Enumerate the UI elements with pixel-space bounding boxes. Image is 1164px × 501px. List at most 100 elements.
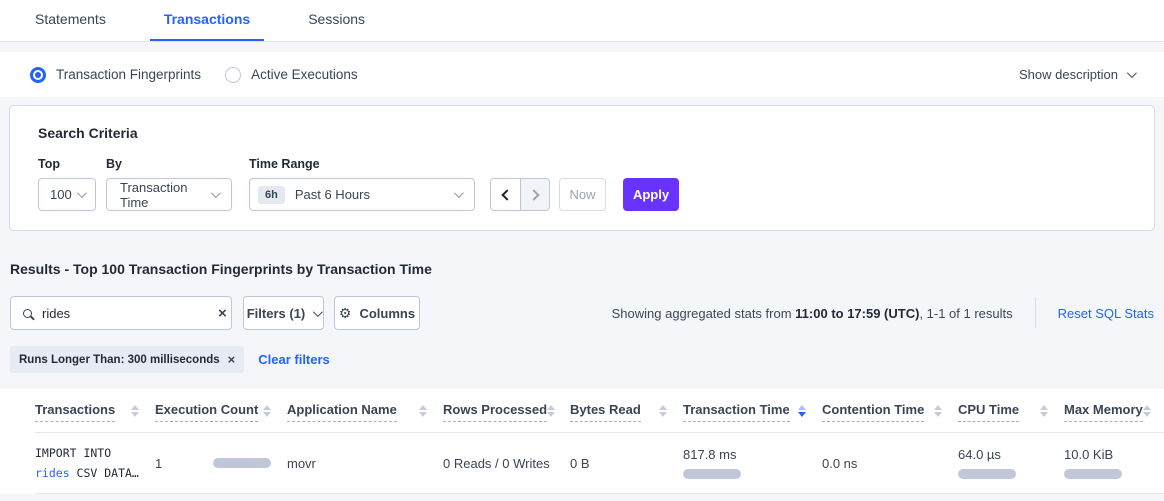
search-match-highlight: rides bbox=[35, 466, 70, 480]
column-label: Contention Time bbox=[822, 402, 924, 422]
column-label: Transactions bbox=[35, 402, 115, 422]
column-header-application-name[interactable]: Application Name bbox=[287, 402, 443, 422]
column-header-contention-time[interactable]: Contention Time bbox=[822, 402, 958, 422]
application-name-cell: movr bbox=[287, 456, 443, 471]
stats-prefix: Showing aggregated stats from bbox=[612, 306, 796, 321]
value-bar bbox=[683, 469, 741, 479]
sort-icon[interactable] bbox=[1040, 405, 1048, 417]
column-header-bytes-read[interactable]: Bytes Read bbox=[570, 402, 683, 422]
column-header-cpu-time[interactable]: CPU Time bbox=[958, 402, 1064, 422]
search-criteria-controls: Top 100 By Transaction Time Time Range 6… bbox=[38, 157, 1126, 211]
clear-filters-link[interactable]: Clear filters bbox=[258, 352, 330, 367]
transaction-line-1: IMPORT INTO bbox=[35, 443, 155, 463]
reset-sql-stats-link[interactable]: Reset SQL Stats bbox=[1058, 306, 1154, 321]
sort-icon[interactable] bbox=[659, 405, 667, 417]
top-value: 100 bbox=[50, 187, 77, 202]
chevron-down-icon bbox=[454, 188, 464, 198]
results-table: Transactions Execution Count Application… bbox=[0, 389, 1164, 494]
sort-icon[interactable] bbox=[419, 405, 427, 417]
by-field: By Transaction Time bbox=[106, 157, 249, 211]
view-mode-row: Transaction Fingerprints Active Executio… bbox=[0, 52, 1164, 97]
clear-search-icon[interactable]: × bbox=[218, 306, 227, 321]
rows-processed-cell: 0 Reads / 0 Writes bbox=[443, 456, 570, 471]
time-range-select[interactable]: 6h Past 6 Hours bbox=[249, 178, 475, 211]
column-label: Bytes Read bbox=[570, 402, 641, 422]
filter-chip[interactable]: Runs Longer Than: 300 milliseconds × bbox=[10, 346, 244, 373]
sort-icon-active-desc[interactable] bbox=[798, 405, 806, 417]
time-range-label: Time Range bbox=[249, 157, 490, 171]
now-button[interactable]: Now bbox=[559, 178, 606, 211]
search-criteria-title: Search Criteria bbox=[38, 125, 1126, 141]
max-memory-value: 10.0 KiB bbox=[1064, 447, 1162, 462]
radio-active-executions[interactable]: Active Executions bbox=[225, 67, 358, 83]
filters-label: Filters (1) bbox=[247, 306, 306, 321]
apply-button[interactable]: Apply bbox=[623, 178, 679, 211]
show-description-toggle[interactable]: Show description bbox=[1019, 67, 1134, 82]
tab-statements[interactable]: Statements bbox=[21, 11, 120, 41]
bytes-read-cell: 0 B bbox=[570, 456, 683, 471]
column-header-rows-processed[interactable]: Rows Processed bbox=[443, 402, 570, 422]
column-label: Execution Count bbox=[155, 402, 258, 422]
column-header-execution-count[interactable]: Execution Count bbox=[155, 402, 287, 422]
top-select[interactable]: 100 bbox=[38, 178, 96, 211]
results-search-box[interactable]: × bbox=[10, 296, 232, 330]
remove-filter-icon[interactable]: × bbox=[228, 353, 236, 366]
chevron-right-icon bbox=[528, 189, 539, 200]
previous-time-window-button[interactable] bbox=[491, 179, 520, 210]
results-title: Results - Top 100 Transaction Fingerprin… bbox=[10, 261, 1164, 277]
vertical-divider bbox=[1035, 298, 1036, 328]
time-range-value: Past 6 Hours bbox=[295, 187, 454, 202]
column-header-max-memory[interactable]: Max Memory bbox=[1064, 402, 1162, 422]
chevron-down-icon bbox=[313, 307, 323, 317]
top-label: Top bbox=[38, 157, 106, 171]
radio-transaction-fingerprints[interactable]: Transaction Fingerprints bbox=[30, 67, 201, 83]
filter-chip-label: Runs Longer Than: 300 milliseconds bbox=[19, 354, 220, 366]
execution-count-value: 1 bbox=[155, 456, 162, 471]
columns-button[interactable]: ⚙ Columns bbox=[334, 296, 420, 330]
column-label: Transaction Time bbox=[683, 402, 790, 422]
column-label: CPU Time bbox=[958, 402, 1019, 422]
radio-unselected-icon[interactable] bbox=[225, 67, 241, 83]
value-bar bbox=[1064, 469, 1122, 479]
active-filters-row: Runs Longer Than: 300 milliseconds × Cle… bbox=[10, 346, 1164, 373]
transaction-line-2-rest: CSV DATA… bbox=[70, 466, 139, 480]
column-header-transaction-time[interactable]: Transaction Time bbox=[683, 402, 822, 422]
top-field: Top 100 bbox=[38, 157, 106, 211]
transaction-fingerprint-link[interactable]: IMPORT INTO rides CSV DATA… bbox=[35, 443, 155, 483]
stats-suffix: , 1-1 of 1 results bbox=[919, 306, 1012, 321]
time-range-field: Time Range 6h Past 6 Hours bbox=[249, 157, 490, 211]
sort-icon[interactable] bbox=[263, 405, 271, 417]
stats-time-range: 11:00 to 17:59 (UTC) bbox=[795, 306, 919, 321]
search-criteria-card: Search Criteria Top 100 By Transaction T… bbox=[9, 105, 1155, 231]
sort-icon[interactable] bbox=[131, 405, 139, 417]
sort-icon[interactable] bbox=[934, 405, 942, 417]
column-header-transactions[interactable]: Transactions bbox=[35, 402, 155, 422]
tab-transactions[interactable]: Transactions bbox=[150, 11, 264, 41]
filters-button[interactable]: Filters (1) bbox=[243, 296, 324, 330]
column-label: Rows Processed bbox=[443, 402, 547, 422]
execution-count-cell: 1 bbox=[155, 456, 287, 471]
transaction-line-2: rides CSV DATA… bbox=[35, 463, 155, 483]
tab-sessions[interactable]: Sessions bbox=[294, 11, 379, 41]
time-window-arrows bbox=[490, 178, 550, 211]
gear-icon: ⚙ bbox=[339, 305, 352, 322]
by-label: By bbox=[106, 157, 249, 171]
chevron-down-icon bbox=[1127, 68, 1137, 78]
columns-label: Columns bbox=[359, 306, 415, 321]
by-select[interactable]: Transaction Time bbox=[106, 178, 232, 211]
table-row: IMPORT INTO rides CSV DATA… 1 movr 0 Rea… bbox=[35, 433, 1164, 494]
radio-selected-icon[interactable] bbox=[30, 67, 46, 83]
sort-icon[interactable] bbox=[1143, 405, 1151, 417]
value-bar bbox=[213, 458, 271, 468]
transaction-time-value: 817.8 ms bbox=[683, 447, 822, 462]
contention-time-cell: 0.0 ns bbox=[822, 456, 958, 471]
results-toolbar: × Filters (1) ⚙ Columns Showing aggregat… bbox=[10, 296, 1155, 330]
max-memory-cell: 10.0 KiB bbox=[1064, 447, 1162, 479]
radio-label: Active Executions bbox=[251, 67, 358, 82]
search-input[interactable] bbox=[42, 306, 218, 321]
next-time-window-button[interactable] bbox=[520, 179, 549, 210]
transactions-page: Statements Transactions Sessions Transac… bbox=[0, 0, 1164, 501]
chevron-down-icon bbox=[211, 188, 221, 198]
chevron-down-icon bbox=[77, 188, 87, 198]
sort-icon[interactable] bbox=[547, 405, 555, 417]
